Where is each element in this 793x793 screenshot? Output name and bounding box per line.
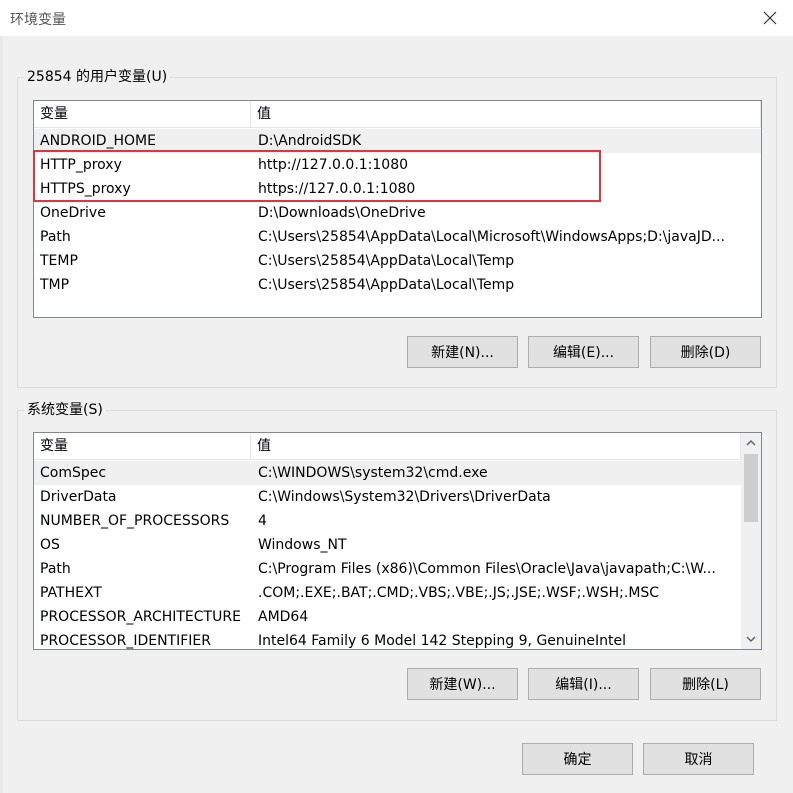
system-vars-scrollbar[interactable] (741, 433, 761, 649)
system-delete-button[interactable]: 删除(L) (650, 668, 761, 700)
var-value: 4 (258, 513, 267, 529)
var-name: Path (40, 561, 71, 577)
column-header-value[interactable]: 值 (251, 101, 761, 128)
column-header-value[interactable]: 值 (251, 433, 741, 460)
system-var-row[interactable]: OS Windows_NT (34, 533, 741, 557)
var-name: ComSpec (40, 465, 107, 481)
var-name: ANDROID_HOME (40, 133, 156, 149)
proxy-highlight-box (33, 150, 601, 202)
var-name: PROCESSOR_IDENTIFIER (40, 633, 211, 649)
user-vars-list[interactable]: 变量 值 ANDROID_HOME D:\AndroidSDK HTTP_pro… (33, 100, 762, 318)
user-vars-header: 变量 值 (34, 101, 761, 128)
var-value: D:\Downloads\OneDrive (258, 205, 426, 221)
user-vars-label: 25854 的用户变量(U) (24, 68, 171, 86)
var-name: Path (40, 229, 71, 245)
close-button[interactable] (747, 0, 793, 36)
var-name: TEMP (40, 253, 78, 269)
var-name: OS (40, 537, 60, 553)
user-new-button[interactable]: 新建(N)... (407, 336, 518, 368)
chevron-down-icon (746, 636, 756, 642)
system-edit-button[interactable]: 编辑(I)... (528, 668, 639, 700)
scroll-down-button[interactable] (741, 629, 761, 649)
system-var-row[interactable]: ComSpec C:\WINDOWS\system32\cmd.exe (34, 461, 741, 485)
system-var-row[interactable]: PATHEXT .COM;.EXE;.BAT;.CMD;.VBS;.VBE;.J… (34, 581, 741, 605)
var-name: PATHEXT (40, 585, 102, 601)
system-var-row[interactable]: NUMBER_OF_PROCESSORS 4 (34, 509, 741, 533)
system-vars-header: 变量 值 (34, 433, 741, 460)
user-delete-button[interactable]: 删除(D) (650, 336, 761, 368)
var-value: C:\Users\25854\AppData\Local\Microsoft\W… (258, 229, 725, 245)
var-value: C:\Users\25854\AppData\Local\Temp (258, 277, 515, 293)
var-value: C:\Windows\System32\Drivers\DriverData (258, 489, 551, 505)
title-bar: 环境变量 (0, 0, 793, 36)
window-title: 环境变量 (10, 12, 66, 28)
system-var-row[interactable]: Path C:\Program Files (x86)\Common Files… (34, 557, 741, 581)
ok-button[interactable]: 确定 (522, 743, 633, 775)
var-name: DriverData (40, 489, 117, 505)
scroll-up-button[interactable] (741, 433, 761, 453)
user-edit-button[interactable]: 编辑(E)... (528, 336, 639, 368)
var-value: Intel64 Family 6 Model 142 Stepping 9, G… (258, 633, 627, 649)
user-var-row[interactable]: Path C:\Users\25854\AppData\Local\Micros… (34, 225, 761, 249)
cancel-button[interactable]: 取消 (643, 743, 754, 775)
var-name: OneDrive (40, 205, 106, 221)
var-value: C:\WINDOWS\system32\cmd.exe (258, 465, 488, 481)
system-new-button[interactable]: 新建(W)... (407, 668, 518, 700)
user-var-row[interactable]: TMP C:\Users\25854\AppData\Local\Temp (34, 273, 761, 297)
user-var-row[interactable]: OneDrive D:\Downloads\OneDrive (34, 201, 761, 225)
var-value: Windows_NT (258, 537, 347, 553)
column-header-name[interactable]: 变量 (34, 433, 251, 460)
var-value: AMD64 (258, 609, 309, 625)
user-var-row[interactable]: TEMP C:\Users\25854\AppData\Local\Temp (34, 249, 761, 273)
close-icon (763, 11, 777, 25)
var-value: C:\Users\25854\AppData\Local\Temp (258, 253, 515, 269)
var-value: D:\AndroidSDK (258, 133, 362, 149)
var-name: NUMBER_OF_PROCESSORS (40, 513, 230, 529)
column-header-name[interactable]: 变量 (34, 101, 251, 128)
chevron-up-icon (746, 440, 756, 446)
var-value: C:\Program Files (x86)\Common Files\Orac… (258, 561, 716, 577)
system-var-row[interactable]: DriverData C:\Windows\System32\Drivers\D… (34, 485, 741, 509)
var-name: TMP (40, 277, 70, 293)
var-value: .COM;.EXE;.BAT;.CMD;.VBS;.VBE;.JS;.JSE;.… (258, 585, 660, 601)
system-vars-label: 系统变量(S) (24, 401, 106, 419)
system-var-row[interactable]: PROCESSOR_ARCHITECTURE AMD64 (34, 605, 741, 629)
window-left-edge (0, 36, 3, 793)
scroll-thumb[interactable] (744, 454, 758, 522)
system-vars-list[interactable]: 变量 值 ComSpec C:\WINDOWS\system32\cmd.exe… (33, 432, 762, 650)
system-var-row[interactable]: PROCESSOR_IDENTIFIER Intel64 Family 6 Mo… (34, 629, 741, 649)
var-name: PROCESSOR_ARCHITECTURE (40, 609, 241, 625)
